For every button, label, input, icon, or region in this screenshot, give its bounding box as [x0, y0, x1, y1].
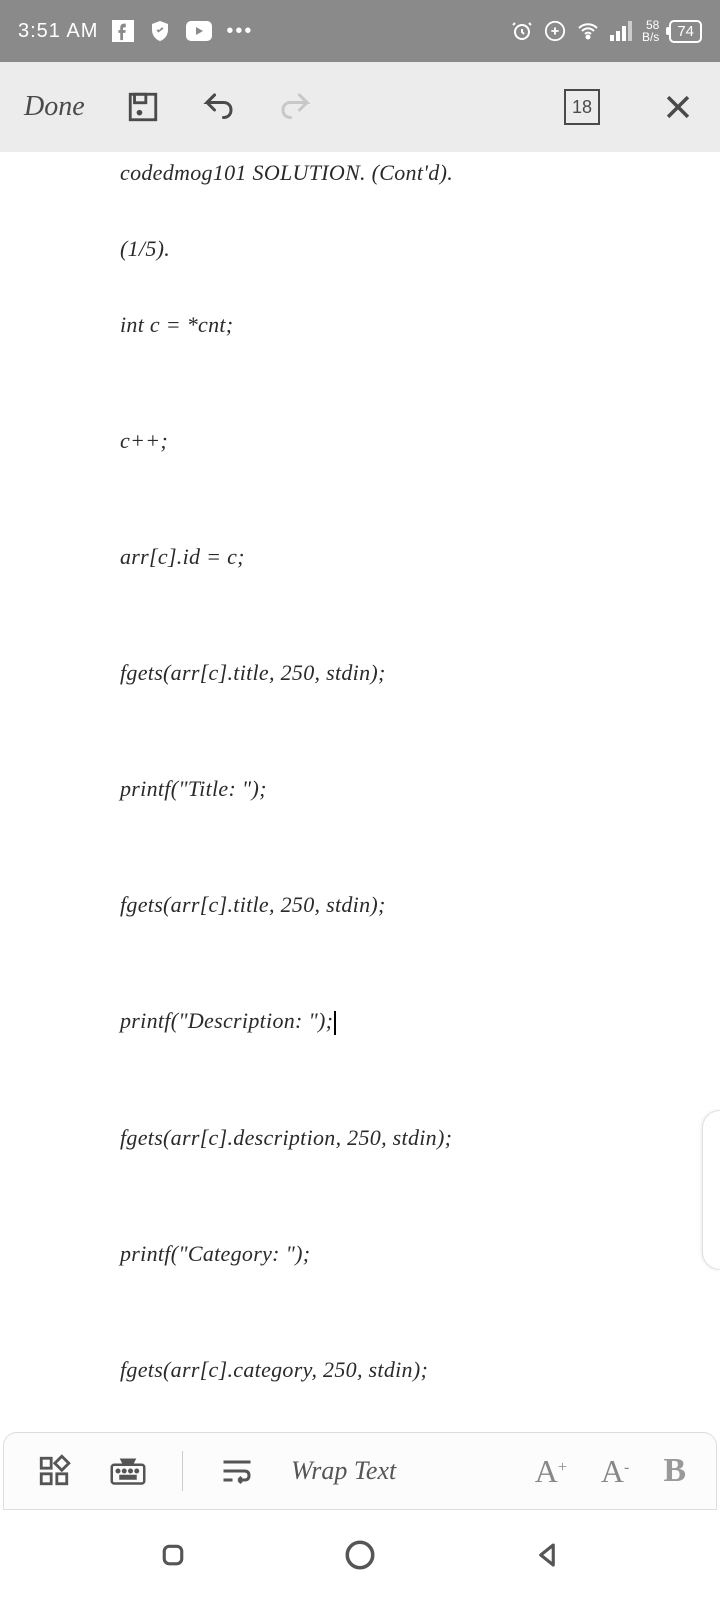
wifi-icon [576, 19, 600, 43]
status-bar: 3:51 AM ••• 58 B/s 74 [0, 0, 720, 62]
facebook-icon [112, 20, 134, 42]
code-line[interactable]: int c = *cnt; [120, 312, 720, 338]
page-count-box[interactable]: 18 [564, 89, 600, 125]
status-right: 58 B/s 74 [510, 19, 702, 43]
alarm-icon [510, 19, 534, 43]
wrap-text-label[interactable]: Wrap Text [291, 1456, 396, 1486]
plus-circle-icon [544, 20, 566, 42]
side-tab-handle[interactable] [702, 1110, 720, 1270]
status-left: 3:51 AM ••• [18, 19, 253, 43]
code-line[interactable]: codedmog101 SOLUTION. (Cont'd). [120, 160, 720, 186]
undo-icon[interactable] [201, 89, 237, 125]
close-icon[interactable] [660, 89, 696, 125]
save-icon[interactable] [125, 89, 161, 125]
youtube-icon [186, 21, 212, 41]
recent-apps-button[interactable] [153, 1535, 193, 1575]
shield-check-icon [148, 19, 172, 43]
redo-icon[interactable] [277, 89, 313, 125]
bold-button[interactable]: B [663, 1452, 686, 1490]
status-time: 3:51 AM [18, 20, 98, 43]
editor-content[interactable]: codedmog101 SOLUTION. (Cont'd). (1/5). i… [0, 152, 720, 1432]
code-line[interactable]: c++; [120, 428, 720, 454]
font-increase-button[interactable]: A+ [535, 1453, 567, 1490]
divider [182, 1451, 183, 1491]
code-line[interactable]: arr[c].id = c; [120, 544, 720, 570]
code-line[interactable]: printf("Title: "); [120, 776, 720, 802]
format-toolbar: Wrap Text A+ A- B [3, 1432, 717, 1510]
font-decrease-button[interactable]: A- [601, 1453, 629, 1490]
code-line[interactable]: fgets(arr[c].title, 250, stdin); [120, 660, 720, 686]
code-line-cursor[interactable]: printf("Description: "); [120, 1008, 720, 1035]
app-toolbar: Done 18 [0, 62, 720, 152]
apps-grid-icon[interactable] [34, 1451, 74, 1491]
done-button[interactable]: Done [24, 91, 85, 123]
net-speed: 58 B/s [642, 19, 659, 43]
code-line[interactable]: fgets(arr[c].category, 250, stdin); [120, 1357, 720, 1383]
code-line[interactable]: fgets(arr[c].title, 250, stdin); [120, 892, 720, 918]
keyboard-icon[interactable] [108, 1451, 148, 1491]
wrap-text-icon[interactable] [217, 1451, 257, 1491]
system-nav-bar [0, 1510, 720, 1600]
home-button[interactable] [340, 1535, 380, 1575]
signal-icon [610, 21, 632, 41]
battery-indicator: 74 [669, 20, 702, 43]
back-button[interactable] [527, 1535, 567, 1575]
code-line[interactable]: (1/5). [120, 236, 720, 262]
more-dots-icon: ••• [226, 20, 253, 43]
code-line[interactable]: printf("Category: "); [120, 1241, 720, 1267]
code-line[interactable]: fgets(arr[c].description, 250, stdin); [120, 1125, 720, 1151]
